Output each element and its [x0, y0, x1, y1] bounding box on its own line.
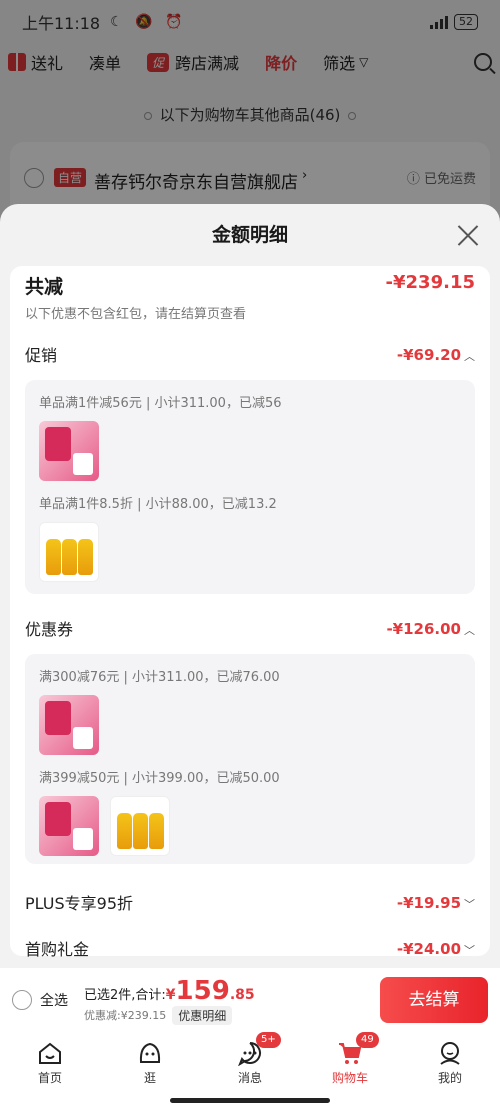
- promo-line-1: 单品满1件减56元 | 小计311.00，已减56: [39, 396, 282, 411]
- total-amount: -¥239.15: [385, 272, 475, 293]
- product-image-gift-box[interactable]: [39, 421, 99, 481]
- coupon-row[interactable]: 优惠券 -¥126.00 ︿: [25, 616, 475, 640]
- promo-line-2: 单品满1件8.5折 | 小计88.00，已减13.2: [39, 497, 277, 512]
- total-price: 159: [175, 975, 230, 1006]
- product-image-drink-bottles[interactable]: [39, 522, 99, 582]
- chevron-down-icon: ﹀: [464, 897, 475, 911]
- note-text: 以下优惠不包含红包，请在结算页查看: [25, 307, 247, 322]
- home-icon: [39, 1042, 61, 1064]
- promo-row[interactable]: 促销 -¥69.20 ︿: [25, 342, 475, 366]
- first-purchase-amount: -¥24.00: [396, 939, 461, 958]
- first-purchase-row[interactable]: 首购礼金 -¥24.00 ﹀: [25, 936, 475, 960]
- checkout-button[interactable]: 去结算: [380, 977, 488, 1023]
- coupon-line-2: 满399减50元 | 小计399.00，已减50.00: [39, 771, 280, 786]
- coupon-detail-box: 满300减76元 | 小计311.00，已减76.00 满399减50元 | 小…: [25, 654, 475, 864]
- plus-discount-row[interactable]: PLUS专享95折 -¥19.95 ﹀: [25, 890, 475, 914]
- product-image-gift-box[interactable]: [39, 695, 99, 755]
- discount-summary: 优惠减:¥239.15: [84, 1009, 167, 1022]
- message-badge: 5+: [256, 1032, 281, 1048]
- home-indicator: [170, 1098, 330, 1103]
- sheet-title: 金额明细: [211, 224, 288, 246]
- tab-home[interactable]: 首页: [0, 1032, 100, 1111]
- select-all-radio[interactable]: [12, 990, 32, 1010]
- profile-icon: [440, 1042, 460, 1065]
- chevron-up-icon: ︿: [464, 623, 475, 637]
- total-summary: 已选2件,合计: ¥ 159 .85: [84, 975, 255, 1006]
- promo-detail-box: 单品满1件减56元 | 小计311.00，已减56 单品满1件8.5折 | 小计…: [25, 380, 475, 594]
- tab-profile[interactable]: 我的: [400, 1032, 500, 1111]
- promo-amount: -¥69.20: [396, 345, 461, 364]
- checkout-bar: 全选 已选2件,合计: ¥ 159 .85 优惠减:¥239.15 优惠明细 去…: [0, 968, 500, 1032]
- coupon-amount: -¥126.00: [386, 619, 461, 638]
- cart-badge: 49: [356, 1032, 379, 1048]
- chevron-up-icon: ︿: [464, 349, 475, 363]
- close-icon[interactable]: [456, 223, 480, 247]
- browse-icon: [139, 1042, 161, 1063]
- detail-card: 共减 -¥239.15 以下优惠不包含红包，请在结算页查看 促销 -¥69.20…: [10, 266, 490, 959]
- amount-detail-sheet: 金额明细 共减 -¥239.15 以下优惠不包含红包，请在结算页查看 促销 -¥…: [0, 204, 500, 968]
- product-image-drink-bottles[interactable]: [110, 796, 171, 856]
- coupon-line-1: 满300减76元 | 小计311.00，已减76.00: [39, 670, 280, 685]
- discount-detail-button[interactable]: 优惠明细: [172, 1005, 233, 1025]
- chevron-down-icon: ﹀: [464, 943, 475, 957]
- select-all-label[interactable]: 全选: [40, 990, 68, 1010]
- plus-amount: -¥19.95: [396, 893, 461, 912]
- product-image-gift-box[interactable]: [39, 796, 99, 856]
- total-label: 共减: [25, 276, 64, 298]
